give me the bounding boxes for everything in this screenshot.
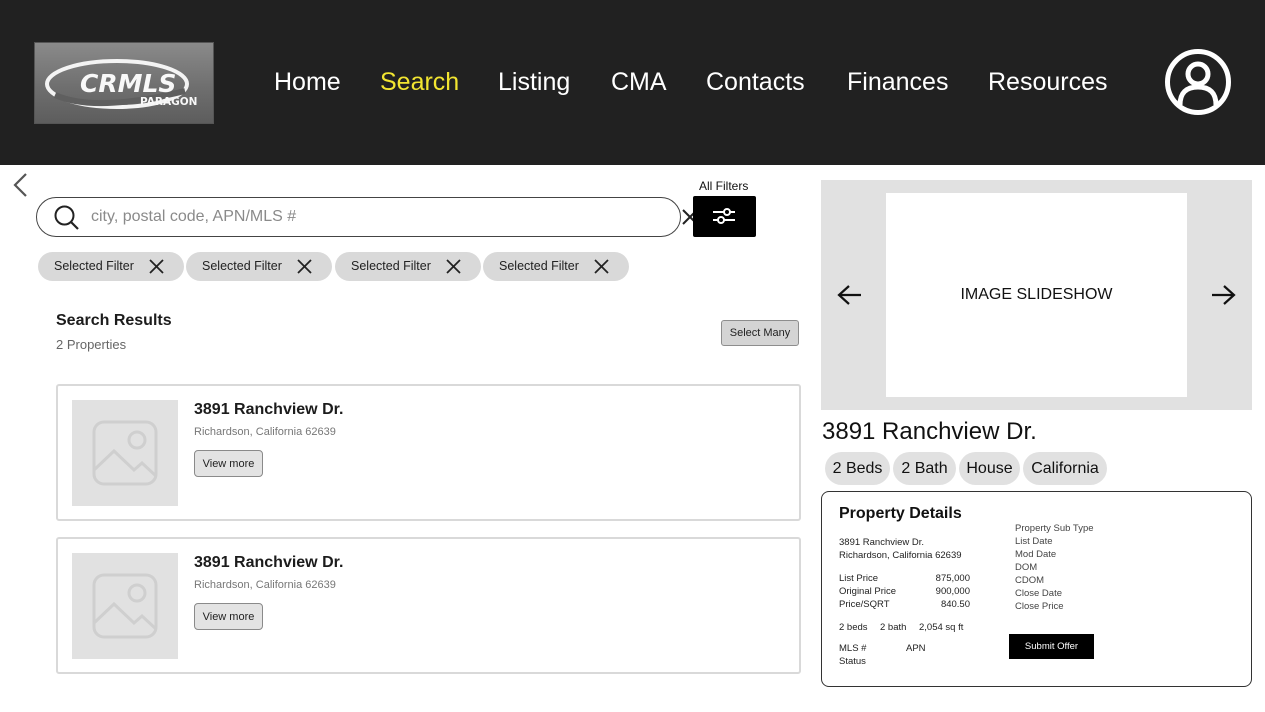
details-address: 3891 Ranchview Dr. <box>839 537 925 548</box>
view-more-button[interactable]: View more <box>194 603 263 630</box>
filter-chip[interactable]: Selected Filter <box>186 252 332 281</box>
tag-baths: 2 Bath <box>893 452 956 485</box>
results-title: Search Results <box>56 312 172 329</box>
nav-search[interactable]: Search <box>380 68 459 97</box>
nav-cma[interactable]: CMA <box>611 68 667 97</box>
nav-resources[interactable]: Resources <box>988 68 1108 97</box>
arrow-right-icon[interactable] <box>1210 284 1236 311</box>
close-icon[interactable] <box>148 258 165 280</box>
nav-contacts[interactable]: Contacts <box>706 68 805 97</box>
arrow-left-icon[interactable] <box>837 284 863 311</box>
result-card[interactable]: 3891 Ranchview Dr. Richardson, Californi… <box>56 537 801 674</box>
all-filters-label: All Filters <box>699 179 749 193</box>
user-circle-icon[interactable] <box>1164 48 1232 116</box>
property-details-card: Property Details 3891 Ranchview Dr. Rich… <box>821 491 1252 687</box>
back-chevron-icon[interactable] <box>10 172 32 198</box>
mls-label: MLS # <box>839 643 867 654</box>
close-price-label: Close Price <box>1015 601 1064 612</box>
filter-chip[interactable]: Selected Filter <box>335 252 481 281</box>
result-address: 3891 Ranchview Dr. <box>194 554 344 571</box>
details-sqft: 2,054 sq ft <box>919 622 964 633</box>
tag-type: House <box>959 452 1020 485</box>
results-count: 2 Properties <box>56 337 127 352</box>
filter-chip-label: Selected Filter <box>202 259 282 273</box>
cdom-label: CDOM <box>1015 575 1045 586</box>
close-icon[interactable] <box>296 258 313 280</box>
close-icon[interactable] <box>445 258 462 280</box>
property-details-title: Property Details <box>839 505 962 522</box>
price-sqft-value: 840.50 <box>940 599 970 610</box>
original-price-label: Original Price <box>839 586 897 597</box>
list-price-value: 875,000 <box>935 573 970 584</box>
details-baths: 2 bath <box>880 622 907 633</box>
filter-chip[interactable]: Selected Filter <box>38 252 184 281</box>
tag-state: California <box>1023 452 1107 485</box>
image-placeholder-icon <box>72 553 178 659</box>
nav-home[interactable]: Home <box>274 68 341 97</box>
details-city: Richardson, California 62639 <box>839 550 962 561</box>
all-filters-button[interactable] <box>693 196 756 237</box>
sliders-icon <box>713 208 735 224</box>
image-slideshow: IMAGE SLIDESHOW <box>821 180 1252 410</box>
image-placeholder-icon <box>72 400 178 506</box>
mod-date-label: Mod Date <box>1015 549 1057 560</box>
property-sub-type-label: Property Sub Type <box>1015 523 1094 534</box>
search-input[interactable] <box>91 205 631 229</box>
tag-beds: 2 Beds <box>825 452 890 485</box>
close-date-label: Close Date <box>1015 588 1062 599</box>
result-address: 3891 Ranchview Dr. <box>194 401 344 418</box>
crmls-paragon-logo[interactable]: CRMLS PARAGON <box>34 42 214 124</box>
filter-chip-label: Selected Filter <box>351 259 431 273</box>
view-more-button[interactable]: View more <box>194 450 263 477</box>
price-sqft-label: Price/SQRT <box>839 599 890 610</box>
logo-text: CRMLS <box>80 69 176 98</box>
slideshow-image: IMAGE SLIDESHOW <box>886 193 1187 397</box>
list-date-label: List Date <box>1015 536 1053 547</box>
result-city: Richardson, California 62639 <box>194 579 336 591</box>
result-card[interactable]: 3891 Ranchview Dr. Richardson, Californi… <box>56 384 801 521</box>
select-many-button[interactable]: Select Many <box>721 320 799 346</box>
property-title: 3891 Ranchview Dr. <box>822 418 1037 445</box>
details-beds: 2 beds <box>839 622 868 633</box>
search-icon <box>53 204 81 237</box>
list-price-label: List Price <box>839 573 879 584</box>
apn-label: APN <box>906 643 926 654</box>
status-label: Status <box>839 656 866 667</box>
nav-finances[interactable]: Finances <box>847 68 948 97</box>
close-icon[interactable] <box>593 258 610 280</box>
result-city: Richardson, California 62639 <box>194 426 336 438</box>
filter-chip-label: Selected Filter <box>54 259 134 273</box>
dom-label: DOM <box>1015 562 1038 573</box>
search-bar <box>36 197 698 237</box>
filter-chip[interactable]: Selected Filter <box>483 252 629 281</box>
submit-offer-button[interactable]: Submit Offer <box>1009 634 1094 659</box>
nav-listing[interactable]: Listing <box>498 68 570 97</box>
slideshow-label: IMAGE SLIDESHOW <box>960 286 1113 303</box>
top-navigation-bar: CRMLS PARAGON Home Search Listing CMA Co… <box>0 0 1265 165</box>
original-price-value: 900,000 <box>935 586 970 597</box>
logo-subtext: PARAGON <box>140 96 197 108</box>
filter-chip-label: Selected Filter <box>499 259 579 273</box>
